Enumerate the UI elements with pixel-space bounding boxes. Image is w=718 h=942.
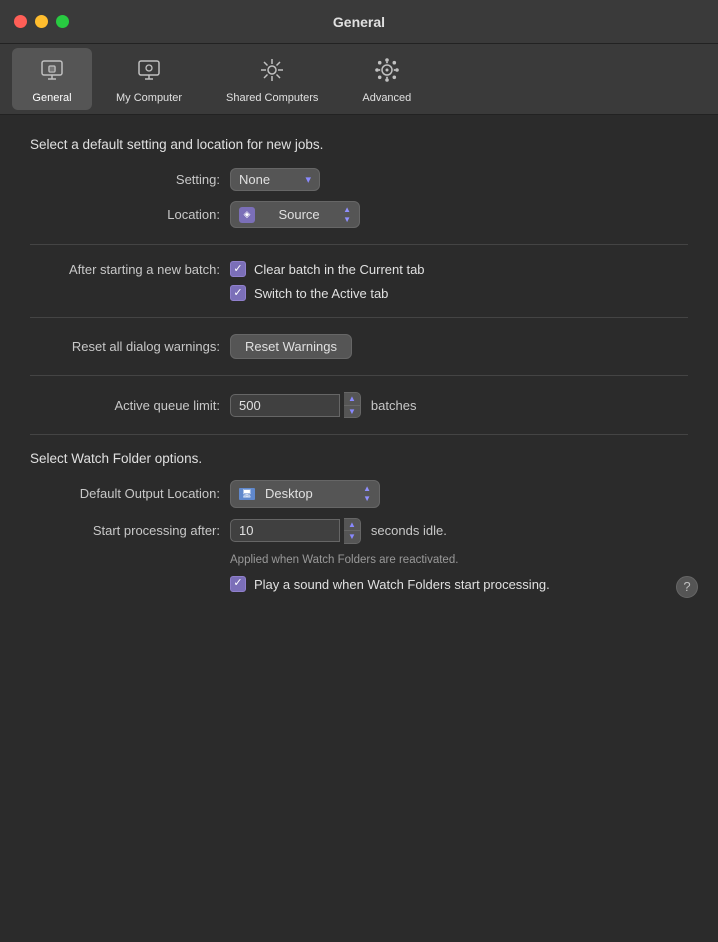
tab-general-label: General — [32, 92, 71, 104]
desktop-folder-icon: 🖥 — [239, 488, 255, 500]
queue-limit-row: Active queue limit: ▲ ▼ batches — [30, 392, 688, 418]
processing-input[interactable] — [230, 519, 340, 542]
queue-limit-input[interactable] — [230, 394, 340, 417]
switch-active-checkbox[interactable] — [230, 285, 246, 301]
switch-active-label: Switch to the Active tab — [254, 286, 388, 301]
queue-limit-label: Active queue limit: — [30, 398, 220, 413]
setting-dropdown[interactable]: None ▾ — [230, 168, 320, 191]
output-location-value: Desktop — [261, 486, 357, 501]
minimize-button[interactable] — [35, 15, 48, 28]
divider-1 — [30, 244, 688, 245]
divider-3 — [30, 375, 688, 376]
seconds-idle-label: seconds idle. — [371, 523, 447, 538]
play-sound-label: Play a sound when Watch Folders start pr… — [254, 576, 550, 594]
location-value: Source — [261, 207, 337, 222]
location-dropdown[interactable]: ◈ Source ▲▼ — [230, 201, 360, 228]
tab-advanced[interactable]: Advanced — [342, 48, 431, 110]
reset-button-label: Reset Warnings — [245, 339, 337, 354]
location-stepper-icon: ▲▼ — [343, 205, 351, 224]
content-area: Select a default setting and location fo… — [0, 115, 718, 616]
setting-label: Setting: — [30, 172, 220, 187]
watch-section-title: Select Watch Folder options. — [30, 451, 688, 466]
processing-row: Start processing after: ▲ ▼ seconds idle… — [30, 518, 688, 544]
tab-general[interactable]: General — [12, 48, 92, 110]
output-location-row: Default Output Location: 🖥 Desktop ▲▼ — [30, 480, 688, 507]
processing-stepper-up[interactable]: ▲ — [344, 519, 360, 532]
checkbox-clear-batch[interactable]: Clear batch in the Current tab — [230, 261, 425, 277]
reset-warnings-button[interactable]: Reset Warnings — [230, 334, 352, 359]
checkbox-switch-active[interactable]: Switch to the Active tab — [230, 285, 425, 301]
close-button[interactable] — [14, 15, 27, 28]
applied-note: Applied when Watch Folders are reactivat… — [30, 554, 688, 566]
batch-section: After starting a new batch: Clear batch … — [30, 261, 688, 301]
shared-computers-icon — [258, 56, 286, 88]
tab-my-computer[interactable]: My Computer — [96, 48, 202, 110]
play-sound-row[interactable]: Play a sound when Watch Folders start pr… — [30, 576, 688, 594]
tab-advanced-label: Advanced — [362, 92, 411, 104]
toolbar: General My Computer — [0, 44, 718, 115]
general-icon — [38, 56, 66, 88]
tab-my-computer-label: My Computer — [116, 92, 182, 104]
processing-label: Start processing after: — [30, 523, 220, 538]
processing-stepper-buttons: ▲ ▼ — [344, 518, 361, 544]
output-stepper-icon: ▲▼ — [363, 484, 371, 503]
help-icon: ? — [683, 579, 690, 594]
divider-2 — [30, 317, 688, 318]
play-sound-checkbox[interactable] — [230, 576, 246, 592]
help-button[interactable]: ? — [676, 576, 698, 598]
reset-label: Reset all dialog warnings: — [30, 339, 220, 354]
setting-value: None — [239, 172, 270, 187]
queue-stepper-buttons: ▲ ▼ — [344, 392, 361, 418]
traffic-lights — [14, 15, 69, 28]
queue-stepper-down[interactable]: ▼ — [344, 406, 360, 418]
processing-stepper-down[interactable]: ▼ — [344, 531, 360, 543]
processing-stepper-field: ▲ ▼ seconds idle. — [230, 518, 447, 544]
my-computer-icon — [135, 56, 163, 88]
batches-label: batches — [371, 398, 417, 413]
output-location-label: Default Output Location: — [30, 486, 220, 501]
output-location-dropdown[interactable]: 🖥 Desktop ▲▼ — [230, 480, 380, 507]
setting-row: Setting: None ▾ — [30, 168, 688, 191]
maximize-button[interactable] — [56, 15, 69, 28]
tab-shared-computers-label: Shared Computers — [226, 92, 318, 104]
clear-batch-label: Clear batch in the Current tab — [254, 262, 425, 277]
location-row: Location: ◈ Source ▲▼ — [30, 201, 688, 228]
titlebar: General — [0, 0, 718, 44]
setting-arrow-icon: ▾ — [305, 173, 311, 186]
section1-title: Select a default setting and location fo… — [30, 137, 688, 152]
reset-row: Reset all dialog warnings: Reset Warning… — [30, 334, 688, 359]
location-label: Location: — [30, 207, 220, 222]
window-title: General — [333, 14, 385, 30]
advanced-icon — [373, 56, 401, 88]
queue-stepper-field: ▲ ▼ batches — [230, 392, 416, 418]
divider-4 — [30, 434, 688, 435]
queue-stepper-up[interactable]: ▲ — [344, 393, 360, 406]
tab-shared-computers[interactable]: Shared Computers — [206, 48, 338, 110]
batch-label: After starting a new batch: — [30, 261, 220, 277]
clear-batch-checkbox[interactable] — [230, 261, 246, 277]
batch-checkboxes: Clear batch in the Current tab Switch to… — [230, 261, 425, 301]
location-folder-icon: ◈ — [239, 207, 255, 223]
